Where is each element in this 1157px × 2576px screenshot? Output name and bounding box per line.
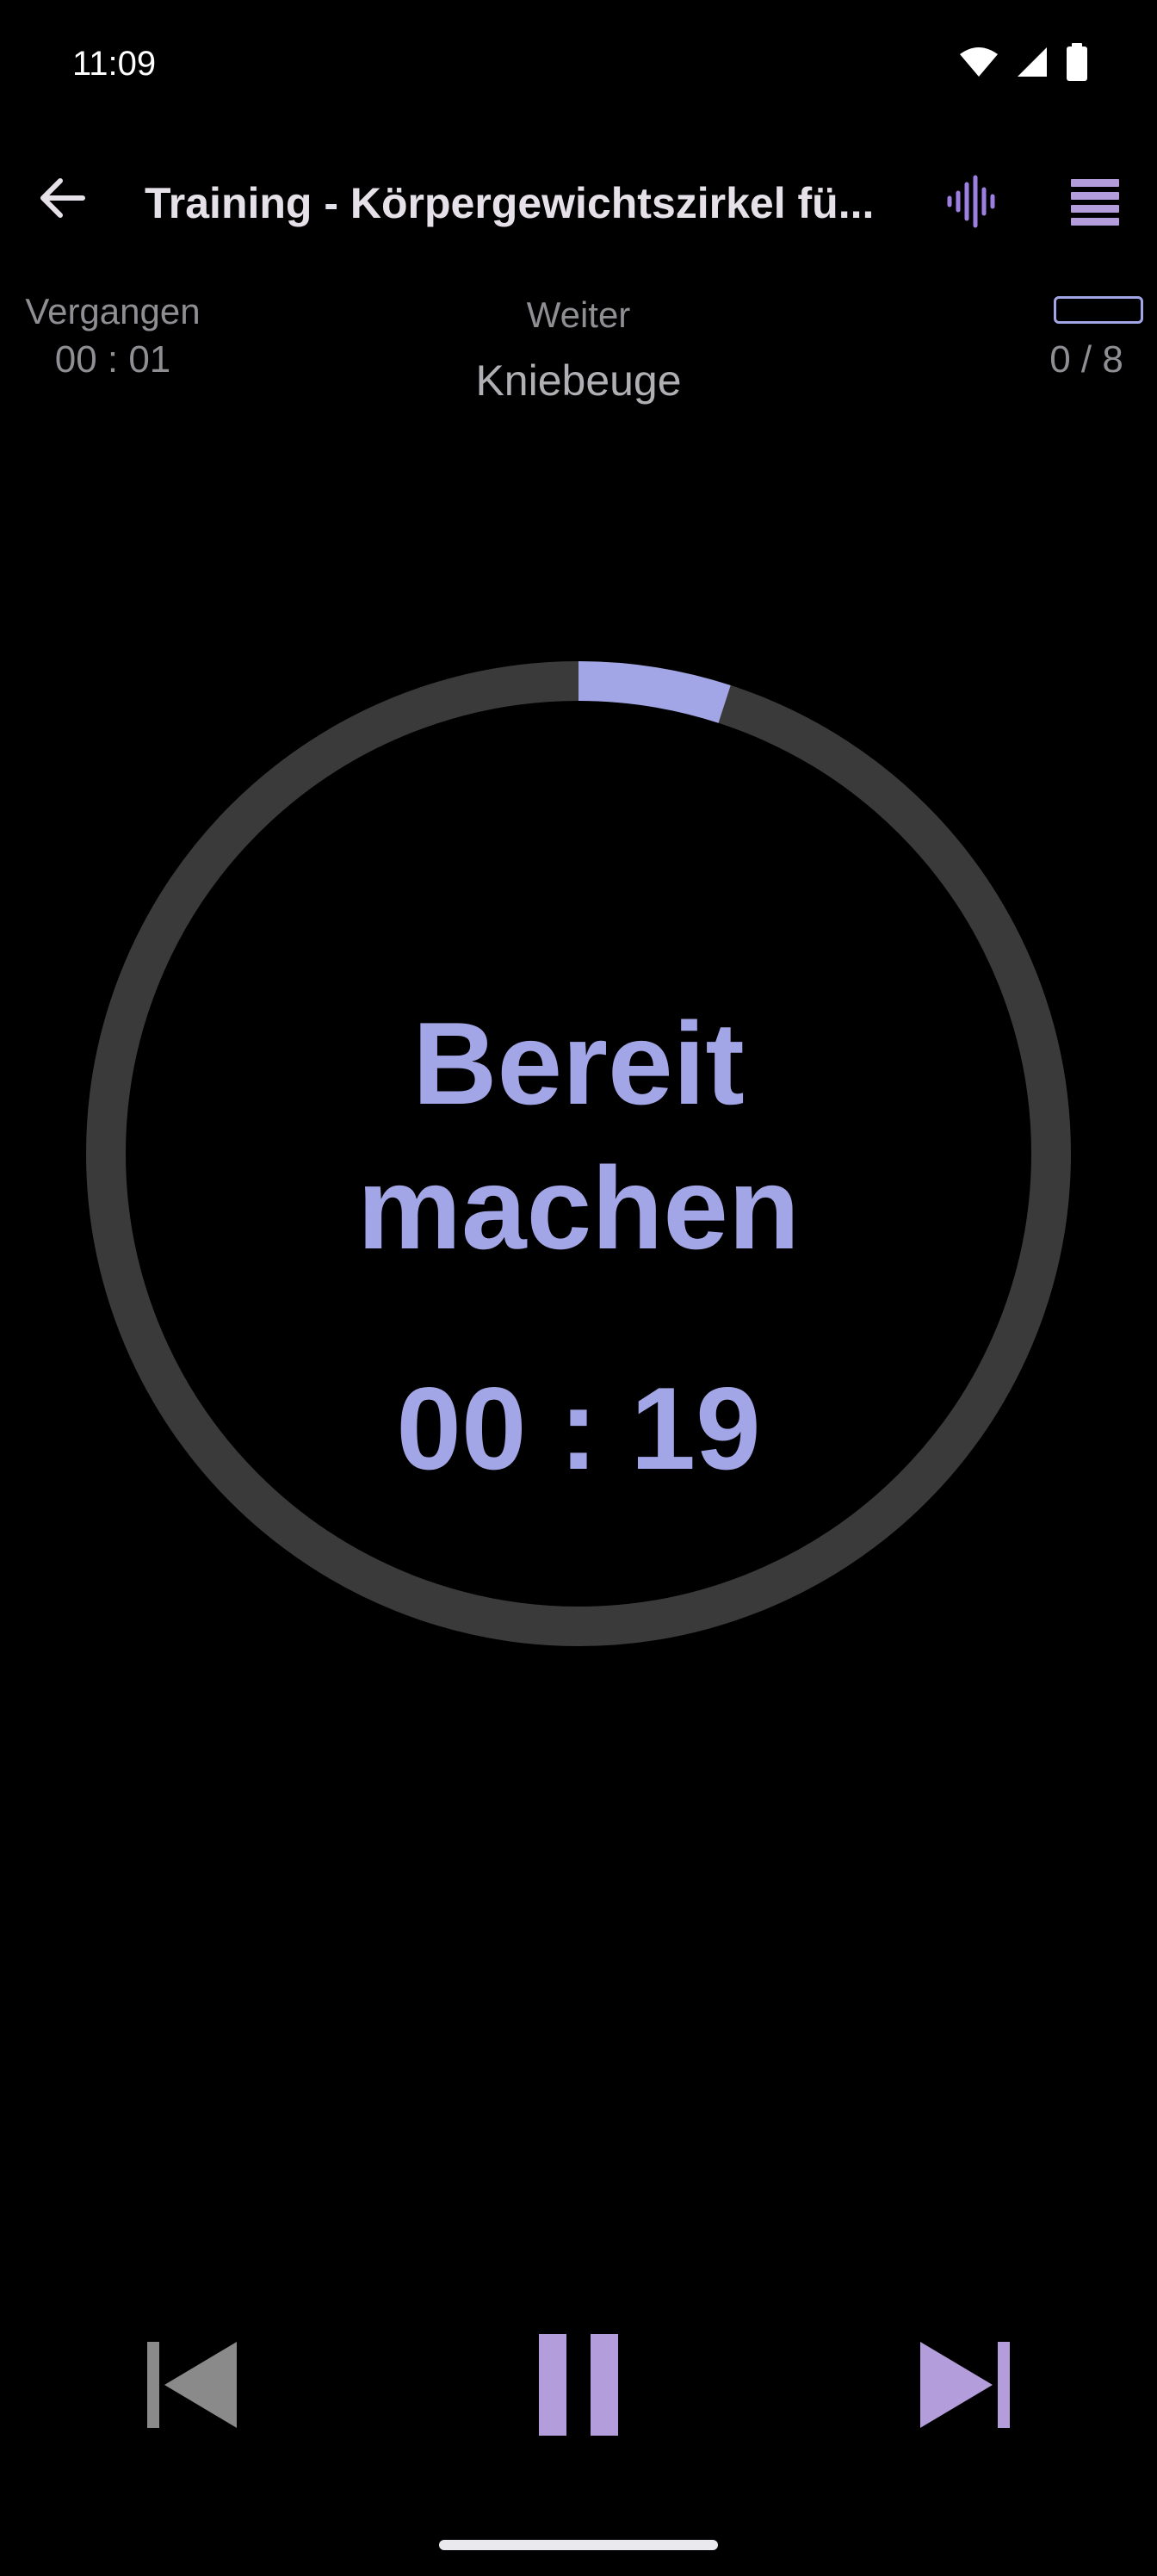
arrow-left-icon xyxy=(36,172,88,228)
previous-button[interactable] xyxy=(124,2318,262,2455)
pause-button[interactable] xyxy=(510,2318,647,2455)
workout-progress-bar xyxy=(1054,296,1143,324)
wifi-icon xyxy=(959,46,999,83)
phase-title-line2: machen xyxy=(357,1142,800,1273)
countdown-time: 00 : 19 xyxy=(396,1363,761,1494)
elapsed-label: Vergangen xyxy=(25,291,201,331)
skip-next-icon xyxy=(917,2340,1012,2434)
elapsed-time: 00 : 01 xyxy=(54,338,171,381)
battery-icon xyxy=(1066,42,1088,85)
exercise-count: 0 / 8 xyxy=(1049,338,1123,381)
next-exercise: Kniebeuge xyxy=(475,356,682,405)
pause-icon xyxy=(539,2333,618,2440)
signal-icon xyxy=(1016,46,1049,83)
next-label: Weiter xyxy=(526,294,631,335)
home-indicator[interactable] xyxy=(439,2540,718,2550)
status-time: 11:09 xyxy=(72,45,157,83)
phase-title-line1: Bereit xyxy=(412,998,745,1129)
list-icon xyxy=(1069,177,1121,230)
page-title: Training - Körpergewichtszirkel fü... xyxy=(145,179,875,227)
waveform-icon xyxy=(945,174,1000,233)
skip-previous-icon xyxy=(145,2340,240,2434)
next-button[interactable] xyxy=(895,2318,1033,2455)
sound-button[interactable] xyxy=(938,169,1007,238)
back-button[interactable] xyxy=(31,169,93,231)
status-icons xyxy=(959,42,1088,85)
workout-list-button[interactable] xyxy=(1061,169,1129,238)
